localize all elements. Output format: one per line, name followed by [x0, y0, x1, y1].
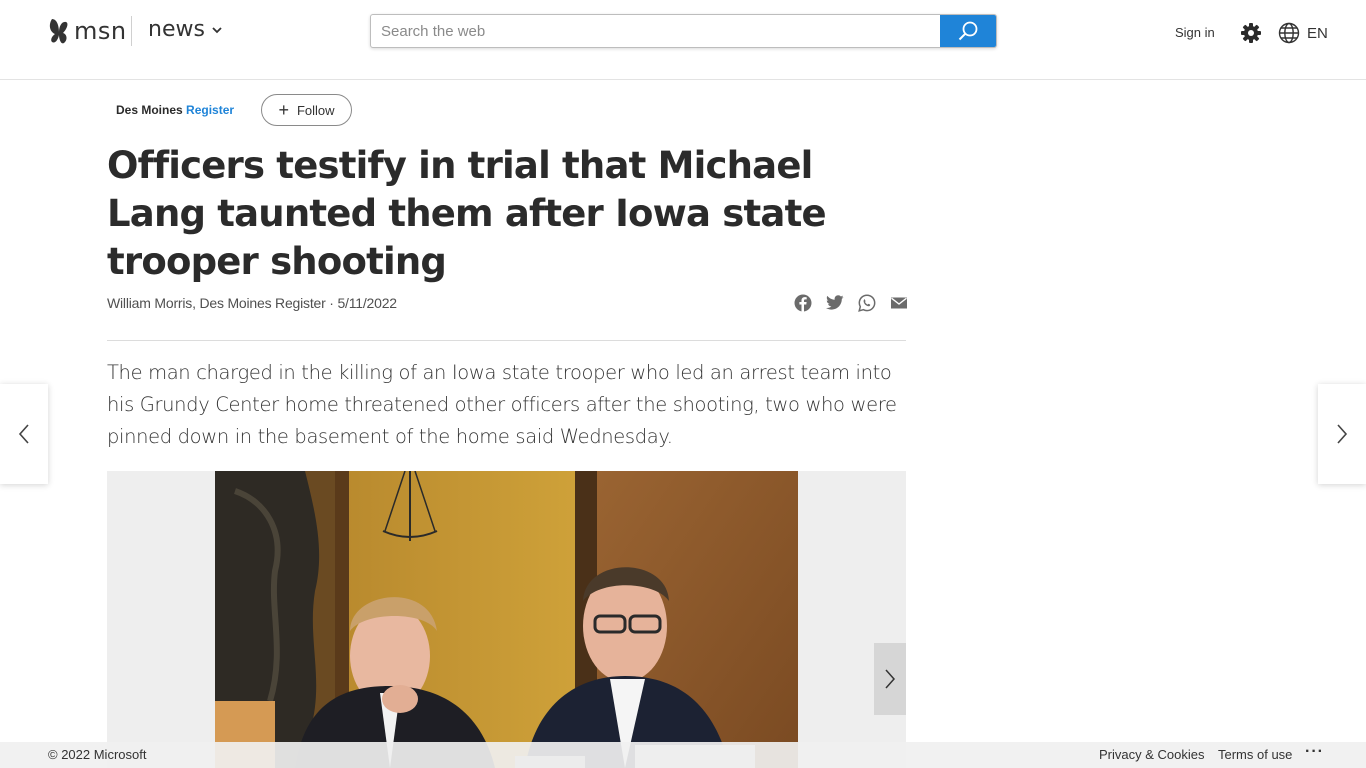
brand-name: msn [74, 17, 127, 45]
provider-name-part2: Register [186, 103, 235, 117]
header-divider [131, 16, 132, 46]
more-options-button[interactable]: ··· [1305, 743, 1324, 761]
chevron-down-icon [212, 26, 222, 33]
gear-icon[interactable] [1240, 22, 1262, 44]
whatsapp-icon[interactable] [857, 293, 877, 313]
language-selector[interactable]: EN [1278, 22, 1328, 44]
chevron-right-icon [1337, 424, 1348, 444]
top-header: msn news Sign in [0, 0, 1366, 80]
article-photo[interactable] [215, 471, 798, 768]
follow-button[interactable]: + Follow [261, 94, 352, 126]
share-bar [793, 293, 909, 313]
facebook-icon[interactable] [793, 293, 813, 313]
follow-label: Follow [296, 102, 335, 118]
chevron-right-icon [885, 669, 896, 689]
byline-separator: · [325, 295, 338, 311]
msn-logo[interactable]: msn [48, 16, 127, 46]
section-label: news [148, 17, 205, 42]
search-button[interactable] [940, 15, 996, 47]
article-lead: The man charged in the killing of an Iow… [107, 361, 897, 448]
copyright: © 2022 Microsoft [48, 747, 147, 762]
plus-icon: + [278, 100, 289, 120]
page: msn news Sign in [0, 0, 1366, 768]
courtroom-photo-illustration [215, 471, 798, 768]
sign-in-link[interactable]: Sign in [1175, 25, 1215, 40]
byline: William Morris, Des Moines Register · 5/… [107, 295, 397, 311]
publish-date: 5/11/2022 [337, 295, 397, 311]
author[interactable]: William Morris, Des Moines Register [107, 295, 326, 311]
butterfly-icon [49, 19, 68, 44]
next-article-button[interactable] [1318, 384, 1366, 484]
provider-row: Des Moines Register + Follow [107, 94, 352, 126]
search-input[interactable] [371, 15, 940, 47]
email-icon[interactable] [889, 293, 909, 313]
search-box [370, 14, 997, 48]
gallery-next-button[interactable] [874, 643, 906, 715]
section-dropdown[interactable]: news [148, 17, 223, 42]
footer: © 2022 Microsoft Privacy & Cookies Terms… [0, 742, 1366, 768]
provider-name-part1: Des Moines [116, 103, 183, 117]
byline-divider [107, 340, 906, 341]
article-headline: Officers testify in trial that Michael L… [107, 144, 827, 283]
provider-logo[interactable]: Des Moines Register [107, 103, 234, 117]
twitter-icon[interactable] [825, 293, 845, 313]
chevron-left-icon [18, 424, 29, 444]
privacy-link[interactable]: Privacy & Cookies [1099, 747, 1204, 762]
globe-icon [1278, 22, 1300, 44]
terms-link[interactable]: Terms of use [1218, 747, 1292, 762]
language-label: EN [1307, 24, 1328, 42]
previous-article-button[interactable] [0, 384, 48, 484]
search-icon [958, 21, 978, 41]
image-gallery [107, 471, 906, 768]
